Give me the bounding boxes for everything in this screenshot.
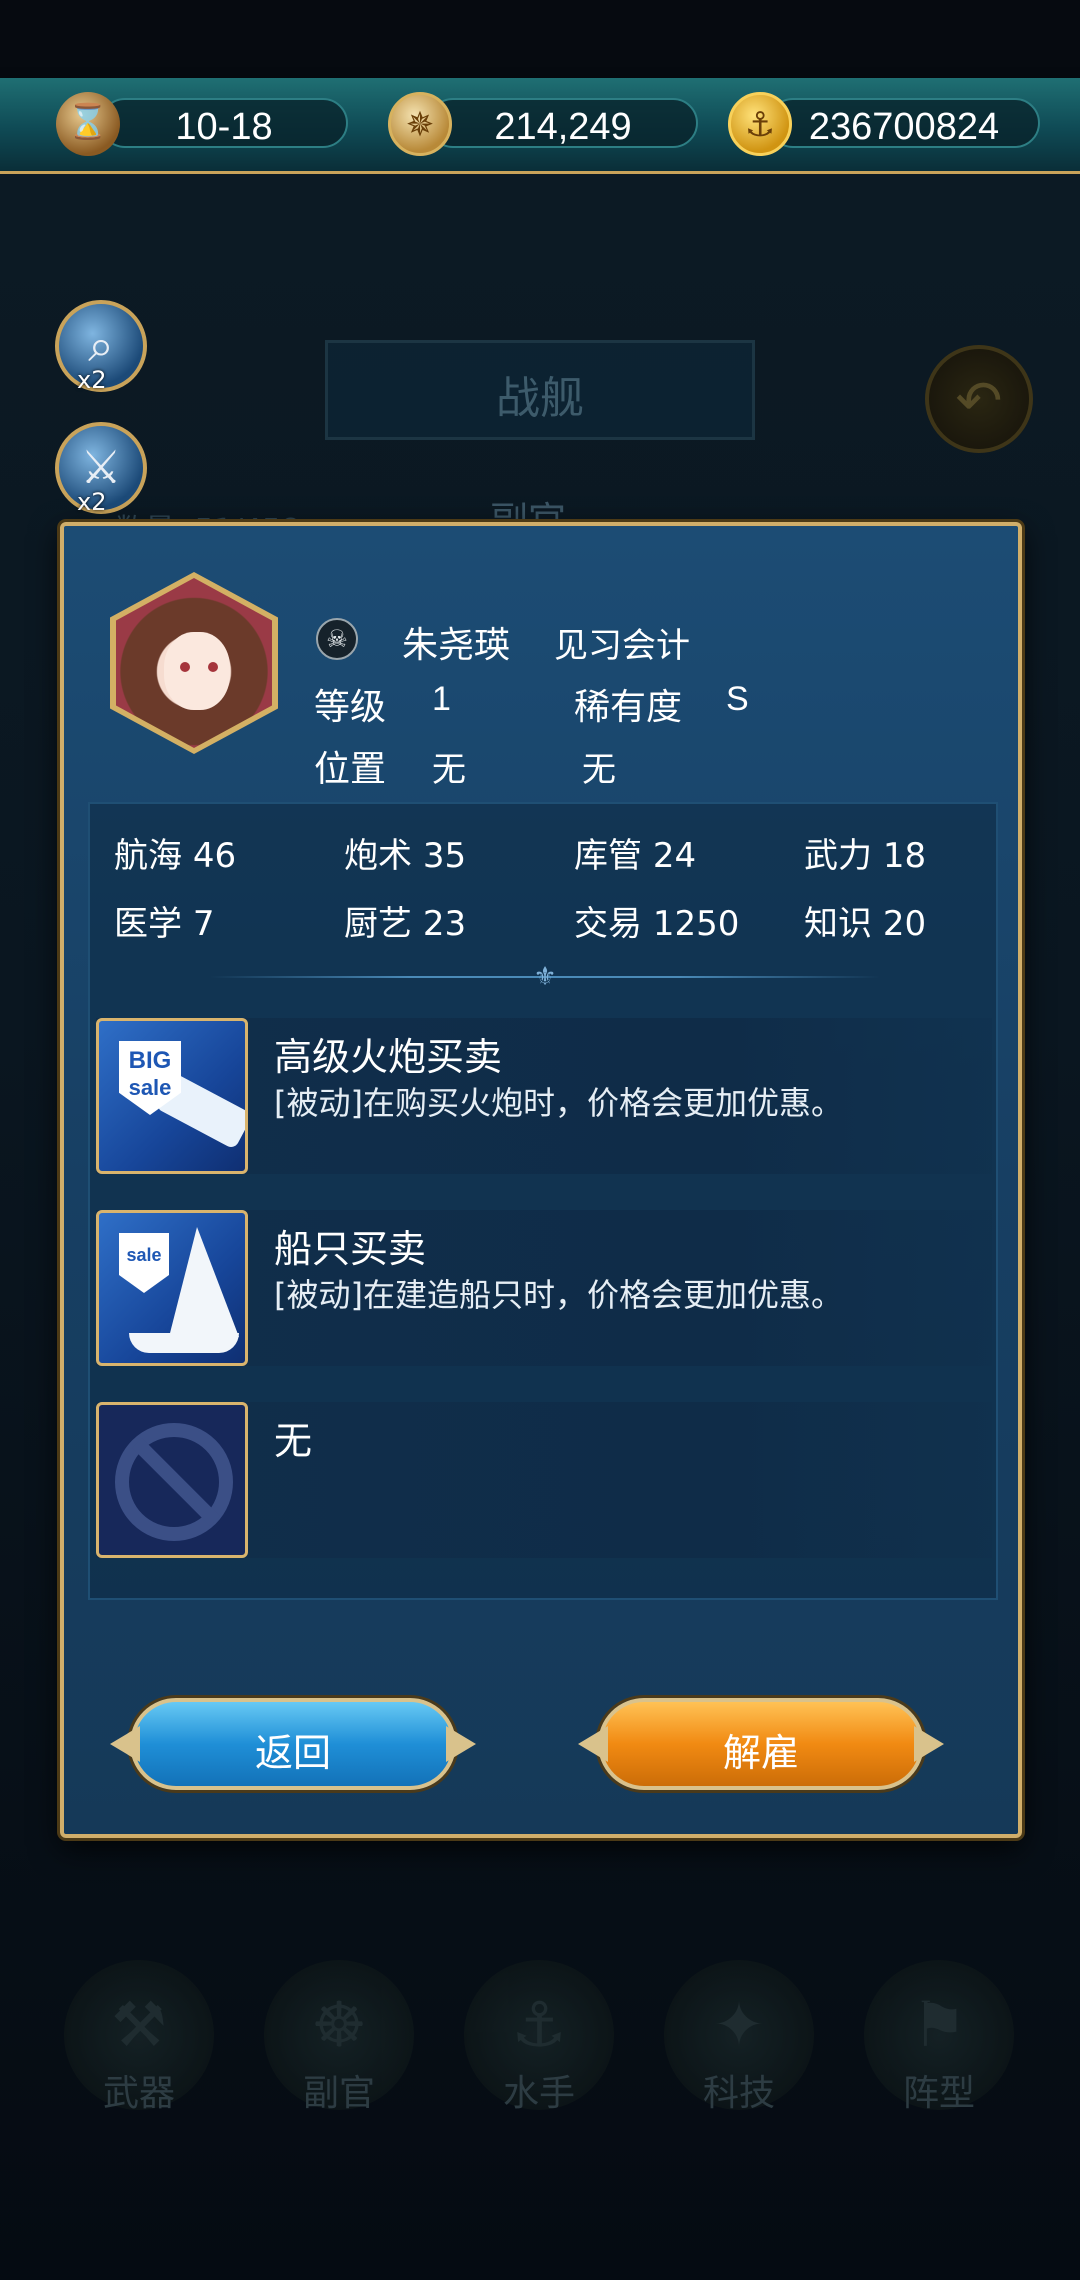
stat-item: 航海 46 xyxy=(114,836,237,876)
anchor-coin-icon: ⚓ xyxy=(728,92,792,156)
stat-item: 炮术 35 xyxy=(344,836,467,876)
gold-resource: 236700824 xyxy=(768,98,1040,148)
back-button[interactable]: 返回 xyxy=(130,1698,456,1790)
crossed-swords-icon[interactable]: ⚔ x2 xyxy=(55,422,147,516)
date-display: 10-18 xyxy=(100,98,348,148)
nav-formation[interactable]: ⚑ 阵型 xyxy=(864,1960,1014,2114)
stat-item: 医学 7 xyxy=(114,904,215,944)
rarity-value: S xyxy=(726,680,749,718)
attribute-grid: 航海 46 炮术 35 库管 24 武力 18 医学 7 厨艺 23 交易 12… xyxy=(90,804,1000,992)
stat-item: 交易 1250 xyxy=(574,904,740,944)
divider-ornament-icon: ⚜ xyxy=(533,962,557,992)
officer-role: 见习会计 xyxy=(554,626,690,666)
skill-name: 无 xyxy=(274,1419,313,1463)
nav-tech[interactable]: ✦ 科技 xyxy=(664,1960,814,2114)
nav-sailor[interactable]: ⚓ 水手 xyxy=(464,1960,614,2114)
position-value: 无 xyxy=(432,750,466,790)
skill-row[interactable]: 无 xyxy=(96,1402,992,1558)
nav-weapon[interactable]: ⚒ 武器 xyxy=(64,1960,214,2114)
background-title: 战舰 xyxy=(496,373,584,424)
big-sale-icon: BIG sale xyxy=(96,1018,248,1174)
no-skill-icon xyxy=(96,1402,248,1558)
level-label: 等级 xyxy=(314,687,387,728)
bottom-nav: ⚒ 武器 ☸ 副官 ⚓ 水手 ✦ 科技 ⚑ 阵型 xyxy=(0,1960,1080,2114)
skill-row[interactable]: BIG sale 高级火炮买卖 [被动]在购买火炮时，价格会更加优惠。 xyxy=(96,1018,992,1174)
sale-ship-icon: sale xyxy=(96,1210,248,1366)
officer-detail-dialog: ☠ 朱尧瑛 见习会计 等级 1 稀有度 S 位置 无 无 航海 46 炮术 35… xyxy=(60,522,1022,1838)
skill-name: 船只买卖 xyxy=(274,1227,427,1271)
nav-officer[interactable]: ☸ 副官 xyxy=(264,1960,414,2114)
rarity-label: 稀有度 xyxy=(574,687,683,728)
officer-portrait xyxy=(110,572,278,754)
compass-icon: ✵ xyxy=(388,92,452,156)
hourglass-icon: ⌛ xyxy=(56,92,120,156)
dismiss-button[interactable]: 解雇 xyxy=(598,1698,924,1790)
boost-badge: x2 xyxy=(77,488,107,516)
skill-row[interactable]: sale 船只买卖 [被动]在建造船只时，价格会更加优惠。 xyxy=(96,1210,992,1366)
skill-description: [被动]在购买火炮时，价格会更加优惠。 xyxy=(274,1084,843,1122)
back-button-label: 返回 xyxy=(254,1731,331,1775)
boost-badge: x2 xyxy=(77,366,107,394)
position-label: 位置 xyxy=(314,749,387,790)
skill-description: [被动]在建造船只时，价格会更加优惠。 xyxy=(274,1276,843,1314)
dismiss-button-label: 解雇 xyxy=(722,1731,799,1775)
stat-item: 库管 24 xyxy=(574,836,697,876)
stats-panel: 航海 46 炮术 35 库管 24 武力 18 医学 7 厨艺 23 交易 12… xyxy=(88,802,998,1600)
date-value: 10-18 xyxy=(175,106,273,148)
gold-value: 236700824 xyxy=(808,106,1000,148)
magnifier-icon[interactable]: ⌕ x2 xyxy=(55,300,147,394)
skull-icon: ☠ xyxy=(316,618,358,660)
stat-item: 知识 20 xyxy=(804,904,927,944)
background-back-icon: ↶ xyxy=(925,345,1033,453)
skill-name: 高级火炮买卖 xyxy=(274,1035,503,1079)
position-value-2: 无 xyxy=(582,750,616,790)
compass-value: 214,249 xyxy=(494,106,632,148)
stat-item: 厨艺 23 xyxy=(344,904,467,944)
officer-name: 朱尧瑛 xyxy=(402,625,511,666)
resource-bar: 10-18 ⌛ 214,249 ✵ 236700824 ⚓ xyxy=(0,78,1080,174)
compass-resource: 214,249 xyxy=(428,98,698,148)
stat-item: 武力 18 xyxy=(804,836,927,876)
level-value: 1 xyxy=(432,680,451,718)
